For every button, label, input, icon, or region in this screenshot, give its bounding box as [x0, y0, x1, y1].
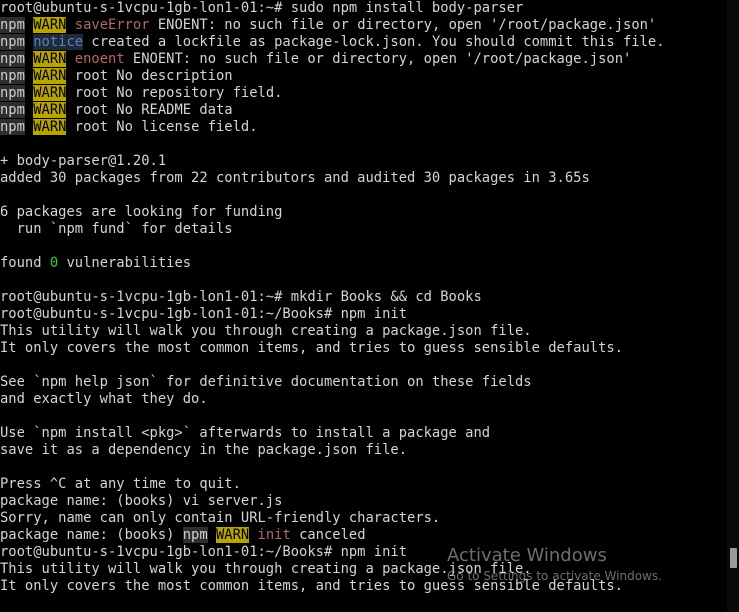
terminal-text: It only covers the most common items, an…	[0, 578, 623, 594]
terminal-text: WARN	[33, 68, 67, 84]
terminal-line: It only covers the most common items, an…	[0, 578, 727, 595]
terminal-text: Press ^C at any time to quit.	[0, 476, 241, 492]
terminal-line: Use `npm install <pkg>` afterwards to in…	[0, 425, 727, 442]
terminal-text: created a lockfile as package-lock.json.…	[83, 34, 665, 50]
terminal-text: npm	[0, 68, 25, 84]
terminal-line: This utility will walk you through creat…	[0, 323, 727, 340]
terminal-text: saveError	[74, 17, 150, 33]
terminal-text: npm	[0, 17, 25, 33]
terminal-line: root@ubuntu-s-1vcpu-1gb-lon1-01:~# sudo …	[0, 0, 727, 17]
terminal-text: root@ubuntu-s-1vcpu-1gb-lon1-01:~# sudo …	[0, 0, 524, 16]
terminal-line: npm WARN root No repository field.	[0, 85, 727, 102]
terminal-text: root No license field.	[66, 119, 258, 135]
terminal-line: npm notice created a lockfile as package…	[0, 34, 727, 51]
terminal-text: canceled	[290, 527, 366, 543]
terminal-text: This utility will walk you through creat…	[0, 561, 532, 577]
terminal-line: save it as a dependency in the package.j…	[0, 442, 727, 459]
terminal-line: npm WARN saveError ENOENT: no such file …	[0, 17, 727, 34]
terminal-line: npm WARN enoent ENOENT: no such file or …	[0, 51, 727, 68]
terminal-text: run `npm fund` for details	[0, 221, 233, 237]
terminal-line: Press ^C at any time to quit.	[0, 476, 727, 493]
terminal-line: and exactly what they do.	[0, 391, 727, 408]
terminal-text: root@ubuntu-s-1vcpu-1gb-lon1-01:~# mkdir…	[0, 289, 482, 305]
terminal-text: WARN	[33, 17, 67, 33]
terminal-text: enoent	[74, 51, 125, 67]
terminal-text: npm	[0, 119, 25, 135]
terminal-text: + body-parser@1.20.1	[0, 153, 167, 169]
terminal-line: package name: (books) vi server.js	[0, 493, 727, 510]
terminal-line: Sorry, name can only contain URL-friendl…	[0, 510, 727, 527]
terminal-line: + body-parser@1.20.1	[0, 153, 727, 170]
terminal-text: See `npm help json` for definitive docum…	[0, 374, 532, 390]
scrollbar-thumb[interactable]	[730, 548, 737, 568]
terminal-line: 6 packages are looking for funding	[0, 204, 727, 221]
terminal-line: run `npm fund` for details	[0, 221, 727, 238]
terminal-text: root No README data	[66, 102, 233, 118]
terminal-text: It only covers the most common items, an…	[0, 340, 623, 356]
terminal-text: npm	[0, 51, 25, 67]
terminal-text: 0	[49, 255, 59, 271]
terminal-text: ENOENT: no such file or directory, open …	[124, 51, 632, 67]
terminal-text: root No description	[66, 68, 233, 84]
terminal-line: added 30 packages from 22 contributors a…	[0, 170, 727, 187]
terminal-text: added 30 packages from 22 contributors a…	[0, 170, 590, 186]
terminal-text: root No repository field.	[66, 85, 283, 101]
terminal-text: root@ubuntu-s-1vcpu-1gb-lon1-01:~/Books#…	[0, 544, 408, 560]
terminal-text: init	[257, 527, 291, 543]
terminal-text: notice	[33, 34, 84, 50]
terminal-line: npm WARN root No README data	[0, 102, 727, 119]
terminal-text: package name: (books) vi server.js	[0, 493, 283, 509]
terminal-text: Sorry, name can only contain URL-friendl…	[0, 510, 441, 526]
terminal-line: This utility will walk you through creat…	[0, 561, 727, 578]
terminal-text: ENOENT: no such file or directory, open …	[149, 17, 657, 33]
terminal-line: root@ubuntu-s-1vcpu-1gb-lon1-01:~/Books#…	[0, 544, 727, 561]
terminal-line: package name: (books) npm WARN init canc…	[0, 527, 727, 544]
terminal-text: This utility will walk you through creat…	[0, 323, 532, 339]
terminal-text: npm	[0, 85, 25, 101]
terminal-text: npm	[0, 34, 25, 50]
terminal-text: save it as a dependency in the package.j…	[0, 442, 408, 458]
terminal-text: Use `npm install <pkg>` afterwards to in…	[0, 425, 491, 441]
terminal-text: package name: (books)	[0, 527, 183, 543]
terminal-text: npm	[0, 102, 25, 118]
terminal-line: found 0 vulnerabilities	[0, 255, 727, 272]
terminal-text: WARN	[215, 527, 250, 543]
terminal-text: WARN	[33, 102, 67, 118]
terminal-output[interactable]: root@ubuntu-s-1vcpu-1gb-lon1-01:~# sudo …	[0, 0, 727, 612]
terminal-line: root@ubuntu-s-1vcpu-1gb-lon1-01:~/Books#…	[0, 306, 727, 323]
terminal-text: vulnerabilities	[58, 255, 192, 271]
terminal-text: npm	[182, 527, 208, 543]
terminal-text: WARN	[33, 119, 67, 135]
terminal-text: found	[0, 255, 50, 271]
terminal-text: root@ubuntu-s-1vcpu-1gb-lon1-01:~/Books#…	[0, 306, 408, 322]
terminal-line: npm WARN root No description	[0, 68, 727, 85]
terminal-text: WARN	[33, 85, 67, 101]
vertical-scrollbar[interactable]	[727, 0, 739, 612]
terminal-text: 6 packages are looking for funding	[0, 204, 283, 220]
terminal-line: See `npm help json` for definitive docum…	[0, 374, 727, 391]
terminal-text: and exactly what they do.	[0, 391, 208, 407]
terminal-line: npm WARN root No license field.	[0, 119, 727, 136]
terminal-text: WARN	[33, 51, 67, 67]
terminal-line: It only covers the most common items, an…	[0, 340, 727, 357]
terminal-line: root@ubuntu-s-1vcpu-1gb-lon1-01:~# mkdir…	[0, 289, 727, 306]
